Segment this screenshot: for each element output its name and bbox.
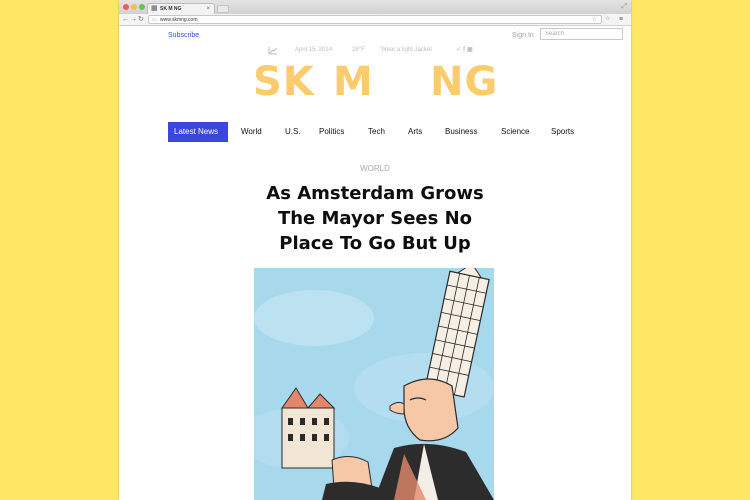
logo-part-ng: NG bbox=[430, 59, 499, 105]
forward-icon[interactable]: → bbox=[130, 15, 137, 24]
instagram-icon[interactable]: ▣ bbox=[467, 47, 475, 53]
new-tab-button[interactable] bbox=[217, 5, 229, 13]
reload-icon[interactable]: ↻ bbox=[138, 15, 144, 24]
nav-tech[interactable]: Tech bbox=[368, 122, 385, 142]
logo-part-sk: SK bbox=[253, 59, 315, 105]
nav-politics[interactable]: Politics bbox=[319, 122, 344, 142]
social-icons: ✓f▣ bbox=[456, 46, 475, 55]
section-nav: Latest News World U.S. Politics Tech Art… bbox=[119, 122, 631, 142]
nav-arts[interactable]: Arts bbox=[408, 122, 422, 142]
headline-line: As Amsterdam Grows bbox=[266, 183, 484, 204]
subscribe-link[interactable]: Subscribe bbox=[168, 31, 199, 40]
sign-in-link[interactable]: Sign In bbox=[512, 31, 534, 40]
article-headline[interactable]: As Amsterdam Grows The Mayor Sees No Pla… bbox=[225, 181, 525, 256]
weather-text: Wear a light Jacket bbox=[381, 47, 432, 53]
url-text: www.skmng.com bbox=[160, 17, 198, 23]
favicon-icon: ▦ bbox=[151, 5, 158, 12]
browser-toolbar: ← → ↻ ▭ www.skmng.com ☆ ☆ ≡ bbox=[119, 14, 631, 26]
chart-icon[interactable] bbox=[268, 46, 278, 55]
date-text: April 15, 2014 bbox=[295, 47, 333, 53]
address-bar[interactable]: ▭ www.skmng.com ☆ bbox=[148, 15, 602, 24]
article-illustration[interactable] bbox=[254, 268, 494, 500]
browser-tab[interactable]: ▦ SK M NG × bbox=[147, 3, 215, 14]
page-icon: ▭ bbox=[152, 17, 157, 23]
headline-line: The Mayor Sees No bbox=[277, 208, 473, 229]
illustration-artwork bbox=[254, 268, 494, 500]
browser-window: ▦ SK M NG × ⤢ ← → ↻ ▭ www.skmng.com ☆ ☆ … bbox=[119, 0, 631, 500]
tab-title: SK M NG bbox=[160, 6, 182, 12]
maximize-window-button[interactable] bbox=[139, 4, 145, 10]
search-input[interactable] bbox=[540, 28, 623, 40]
star-icon[interactable]: ☆ bbox=[605, 15, 610, 24]
nav-business[interactable]: Business bbox=[445, 122, 477, 142]
headline-line: Place To Go But Up bbox=[279, 233, 471, 254]
twitter-icon[interactable]: ✓ bbox=[456, 47, 463, 53]
tab-close-icon[interactable]: × bbox=[206, 5, 210, 13]
logo-part-m: M bbox=[333, 59, 374, 105]
menu-icon[interactable]: ≡ bbox=[619, 15, 623, 24]
nav-sports[interactable]: Sports bbox=[551, 122, 574, 142]
tab-bar: ▦ SK M NG × ⤢ bbox=[119, 0, 631, 14]
temperature-text: 28°F bbox=[352, 47, 365, 53]
article-section-label[interactable]: WORLD bbox=[119, 163, 631, 174]
nav-science[interactable]: Science bbox=[501, 122, 529, 142]
nav-us[interactable]: U.S. bbox=[285, 122, 301, 142]
bookmark-star-icon[interactable]: ☆ bbox=[592, 16, 597, 24]
nav-latest-news[interactable]: Latest News bbox=[168, 122, 228, 142]
back-icon[interactable]: ← bbox=[122, 15, 129, 24]
minimize-window-button[interactable] bbox=[131, 4, 137, 10]
nav-world[interactable]: World bbox=[241, 122, 262, 142]
fullscreen-icon[interactable]: ⤢ bbox=[621, 2, 627, 11]
close-window-button[interactable] bbox=[123, 4, 129, 10]
